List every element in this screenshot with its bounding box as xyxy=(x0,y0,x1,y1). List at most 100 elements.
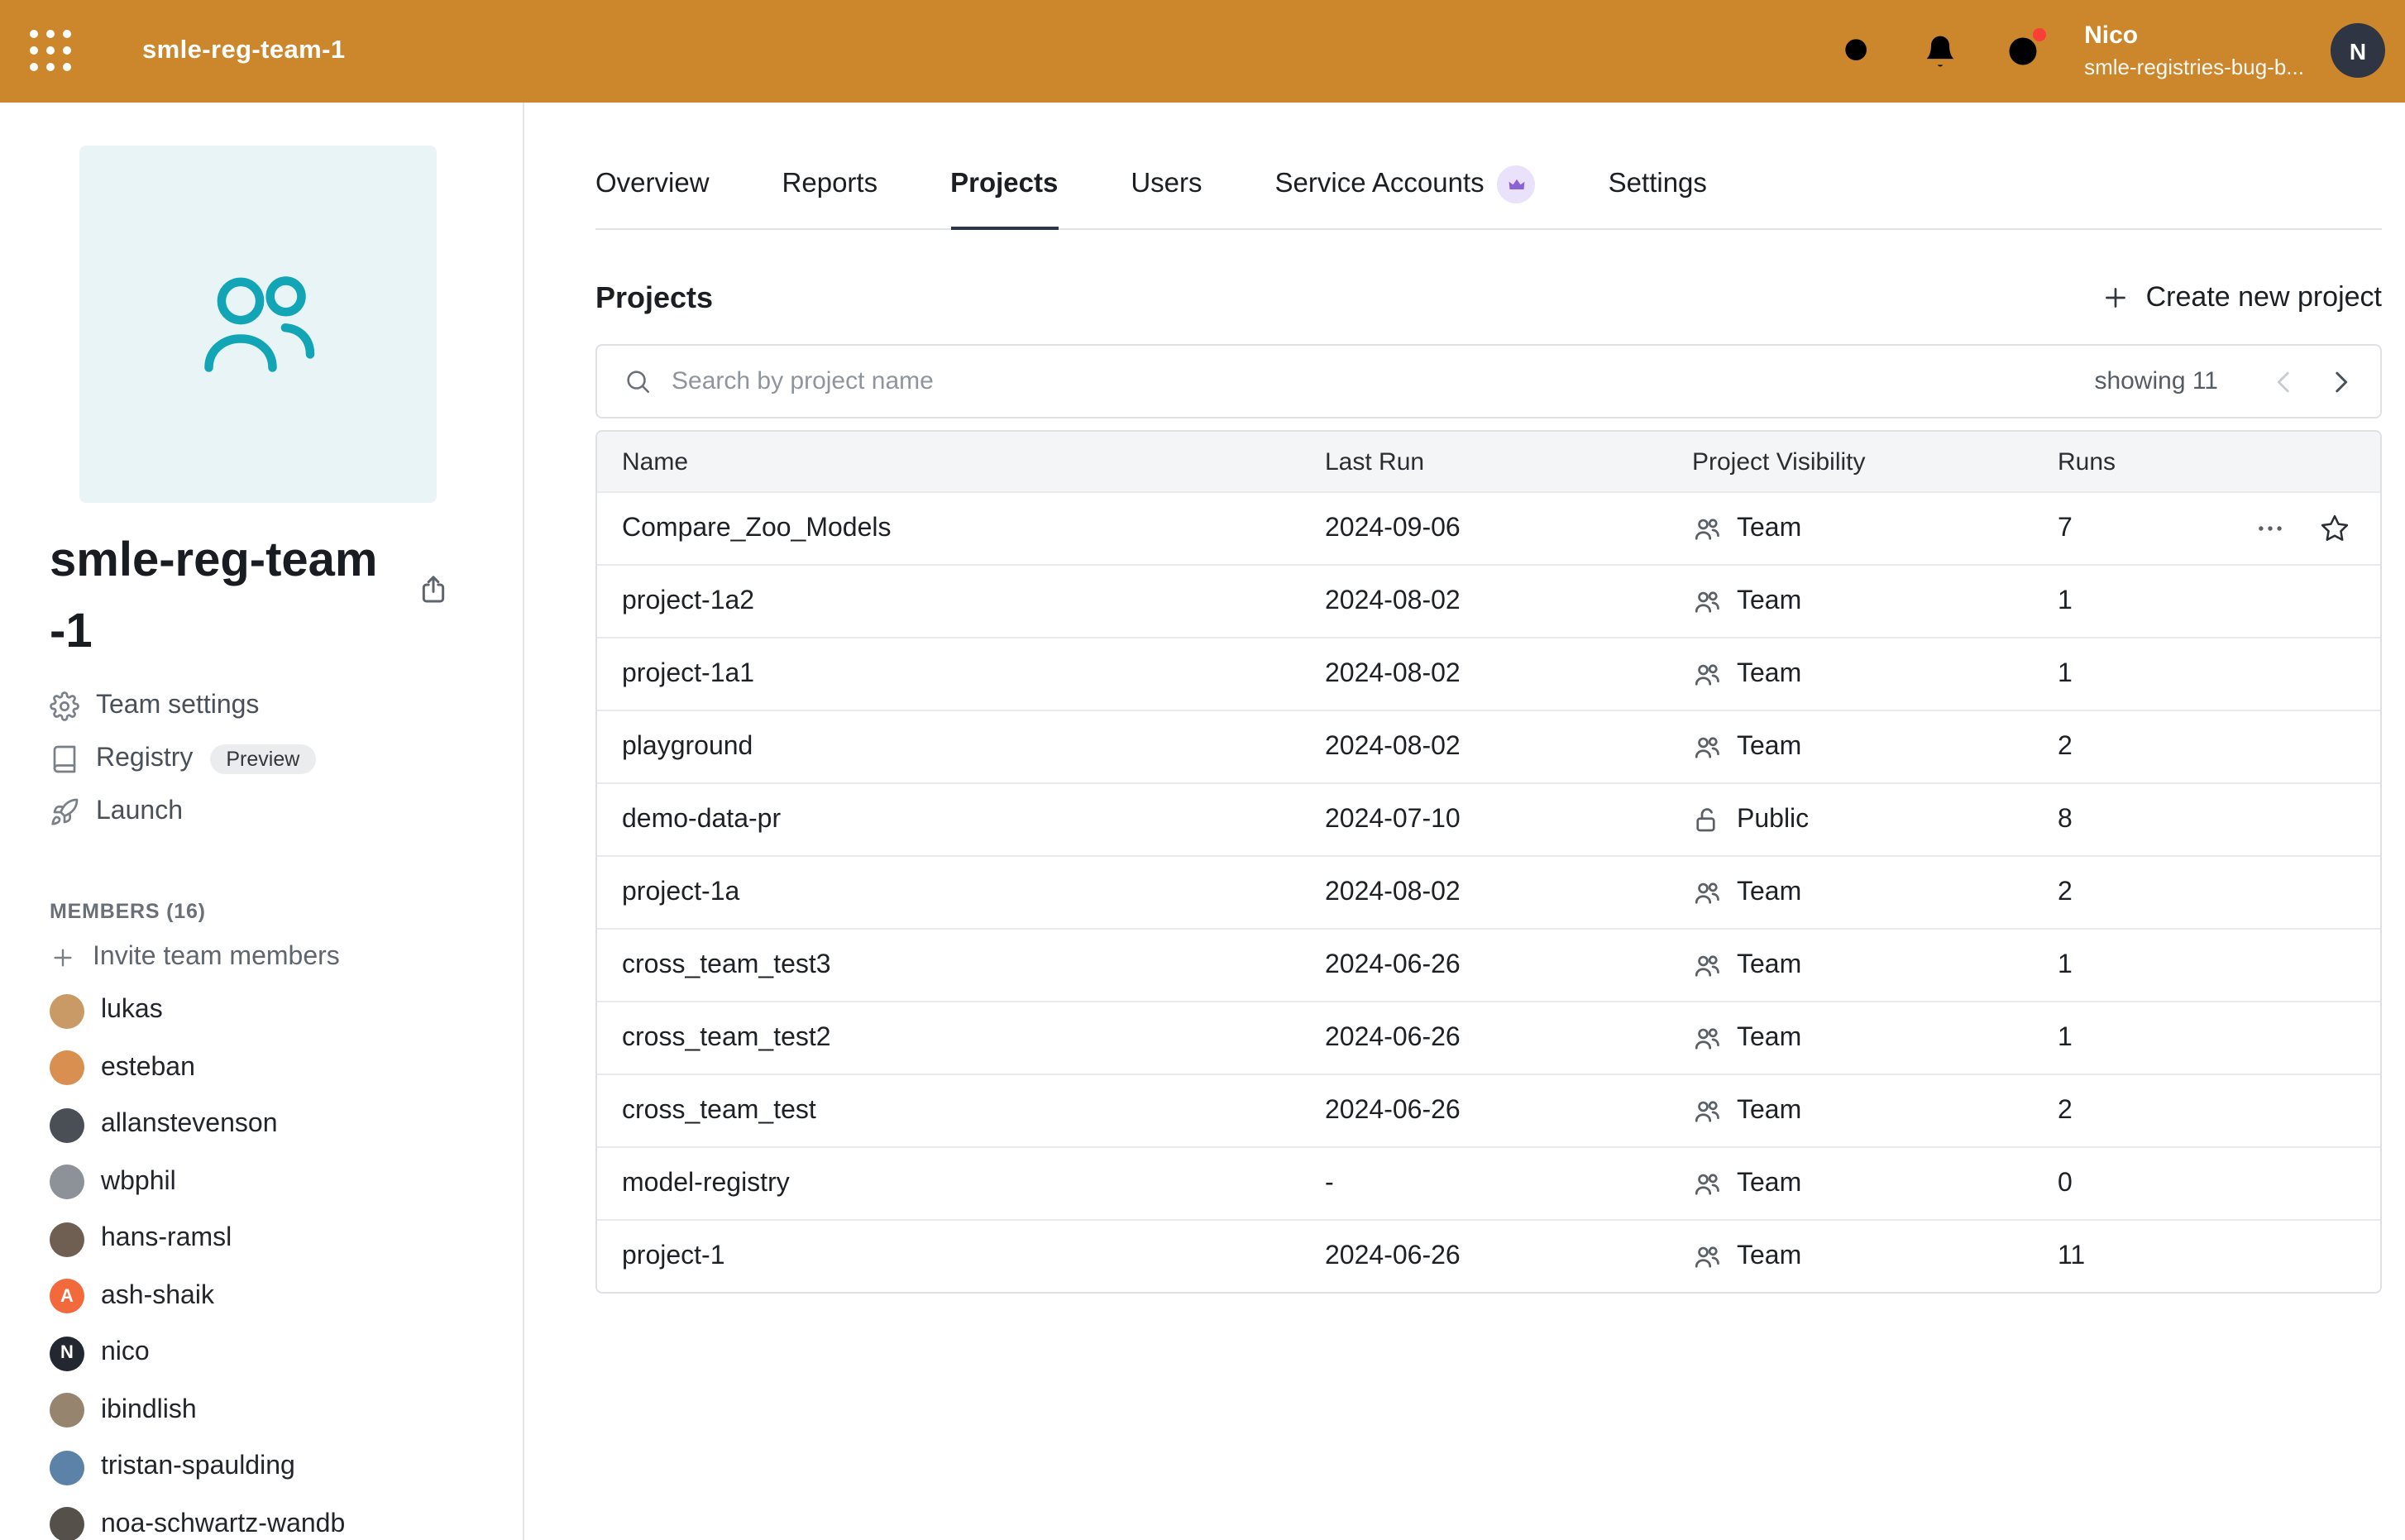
member-item-nico[interactable]: Nnico xyxy=(50,1325,490,1382)
table-row[interactable]: cross_team_test32024-06-26Team1 xyxy=(597,928,2380,1001)
crown-badge xyxy=(1498,165,1536,203)
table-row[interactable]: cross_team_test22024-06-26Team1 xyxy=(597,1001,2380,1074)
plus-icon xyxy=(50,945,76,971)
avatar xyxy=(50,1107,84,1142)
team-name: smle-reg-team-1 xyxy=(50,526,423,668)
project-name-link[interactable]: cross_team_test xyxy=(622,1096,1325,1126)
project-name-link[interactable]: demo-data-pr xyxy=(622,805,1325,835)
notification-dot xyxy=(2033,28,2046,41)
chevron-right-icon[interactable] xyxy=(2324,365,2357,398)
project-name-link[interactable]: cross_team_test2 xyxy=(622,1023,1325,1053)
member-name: nico xyxy=(101,1338,150,1368)
tab-projects[interactable]: Projects xyxy=(950,165,1058,228)
project-name-link[interactable]: model-registry xyxy=(622,1169,1325,1198)
table-row[interactable]: project-1a2024-08-02Team2 xyxy=(597,855,2380,928)
runs-count: 2 xyxy=(2058,732,2073,762)
table-row[interactable]: Compare_Zoo_Models2024-09-06Team7 xyxy=(597,491,2380,564)
sidebar-item-registry[interactable]: Registry Preview xyxy=(50,744,490,774)
sidebar-item-team-settings[interactable]: Team settings xyxy=(50,691,490,721)
member-item-noa-schwartz-wandb[interactable]: noa-schwartz-wandb xyxy=(50,1496,490,1540)
last-run-cell: 2024-08-02 xyxy=(1325,586,1692,616)
team-icon xyxy=(1692,1023,1722,1053)
project-name-link[interactable]: cross_team_test3 xyxy=(622,950,1325,980)
table-row[interactable]: playground2024-08-02Team2 xyxy=(597,710,2380,782)
member-name: hans-ramsl xyxy=(101,1224,232,1254)
tab-reports[interactable]: Reports xyxy=(782,165,878,228)
visibility-cell: Team xyxy=(1692,1241,2058,1271)
visibility-label: Team xyxy=(1737,950,1801,980)
project-name-link[interactable]: project-1a2 xyxy=(622,586,1325,616)
runs-cell: 11 xyxy=(2058,1241,2380,1271)
tab-settings[interactable]: Settings xyxy=(1609,165,1707,228)
registry-icon xyxy=(50,744,79,774)
help-icon[interactable] xyxy=(2005,33,2041,69)
avatar[interactable]: N xyxy=(2331,24,2385,79)
project-name-link[interactable]: project-1a xyxy=(622,878,1325,907)
table-row[interactable]: demo-data-pr2024-07-10Public8 xyxy=(597,782,2380,855)
team-people-icon xyxy=(189,255,328,394)
runs-cell: 1 xyxy=(2058,586,2380,616)
tab-overview[interactable]: Overview xyxy=(595,165,710,228)
tab-label: Reports xyxy=(782,169,878,200)
apps-menu-icon[interactable] xyxy=(30,30,73,73)
tab-users[interactable]: Users xyxy=(1131,165,1202,228)
member-name: ash-shaik xyxy=(101,1281,214,1311)
visibility-cell: Team xyxy=(1692,514,2058,543)
table-row[interactable]: cross_team_test2024-06-26Team2 xyxy=(597,1074,2380,1146)
project-name-link[interactable]: playground xyxy=(622,732,1325,762)
runs-cell: 2 xyxy=(2058,1096,2380,1126)
visibility-cell: Team xyxy=(1692,1023,2058,1053)
search-icon[interactable] xyxy=(1839,33,1876,69)
member-item-wbphil[interactable]: wbphil xyxy=(50,1154,490,1211)
sidebar-item-label: Launch xyxy=(96,797,183,827)
table-row[interactable]: project-1a12024-08-02Team1 xyxy=(597,637,2380,710)
tab-label: Settings xyxy=(1609,169,1707,200)
more-options-icon[interactable] xyxy=(2254,513,2286,544)
member-item-tristan-spaulding[interactable]: tristan-spaulding xyxy=(50,1439,490,1496)
member-item-ibindlish[interactable]: ibindlish xyxy=(50,1382,490,1439)
table-row[interactable]: project-1a22024-08-02 Team 1 xyxy=(597,564,2380,637)
user-menu[interactable]: Nico smle-registries-bug-b... xyxy=(2084,20,2304,83)
crown-icon xyxy=(1507,175,1527,194)
visibility-cell: Team xyxy=(1692,732,2058,762)
tab-label: Users xyxy=(1131,169,1202,200)
member-item-ash-shaik[interactable]: Aash-shaik xyxy=(50,1268,490,1325)
invite-team-members-button[interactable]: Invite team members xyxy=(50,943,490,973)
member-item-allanstevenson[interactable]: allanstevenson xyxy=(50,1097,490,1154)
project-name-link[interactable]: Compare_Zoo_Models xyxy=(622,514,1325,543)
rocket-icon xyxy=(50,797,79,827)
runs-cell: 1 xyxy=(2058,1023,2380,1053)
gear-icon xyxy=(50,691,79,721)
last-run-cell: 2024-08-02 xyxy=(1325,659,1692,689)
member-item-lukas[interactable]: lukas xyxy=(50,983,490,1040)
visibility-label: Team xyxy=(1737,1241,1801,1271)
create-new-project-button[interactable]: Create new project xyxy=(2101,281,2382,314)
table-row[interactable]: project-12024-06-26Team11 xyxy=(597,1219,2380,1292)
runs-cell: 1 xyxy=(2058,950,2380,980)
visibility-label: Team xyxy=(1737,1023,1801,1053)
visibility-label: Team xyxy=(1737,732,1801,762)
runs-cell: 7 xyxy=(2058,513,2380,544)
column-header-visibility: Project Visibility xyxy=(1692,447,2058,476)
avatar: A xyxy=(50,1279,84,1313)
member-item-esteban[interactable]: esteban xyxy=(50,1040,490,1097)
plus-icon xyxy=(2101,283,2131,313)
tab-service-accounts[interactable]: Service Accounts xyxy=(1275,165,1536,228)
search-input[interactable] xyxy=(668,366,2094,397)
visibility-label: Team xyxy=(1737,586,1801,616)
member-name: noa-schwartz-wandb xyxy=(101,1509,345,1539)
avatar xyxy=(50,1222,84,1256)
project-name-link[interactable]: project-1a1 xyxy=(622,659,1325,689)
sidebar-item-launch[interactable]: Launch xyxy=(50,797,490,827)
team-icon xyxy=(1692,1241,1722,1271)
tab-label: Projects xyxy=(950,169,1058,200)
project-name-link[interactable]: project-1 xyxy=(622,1241,1325,1271)
last-run-cell: 2024-08-02 xyxy=(1325,878,1692,907)
star-icon[interactable] xyxy=(2319,513,2350,544)
share-icon[interactable] xyxy=(417,572,450,605)
member-item-hans-ramsl[interactable]: hans-ramsl xyxy=(50,1211,490,1268)
chevron-left-icon[interactable] xyxy=(2268,365,2301,398)
table-row[interactable]: model-registry-Team0 xyxy=(597,1146,2380,1219)
bell-icon[interactable] xyxy=(1922,33,1958,69)
visibility-cell: Team xyxy=(1692,878,2058,907)
